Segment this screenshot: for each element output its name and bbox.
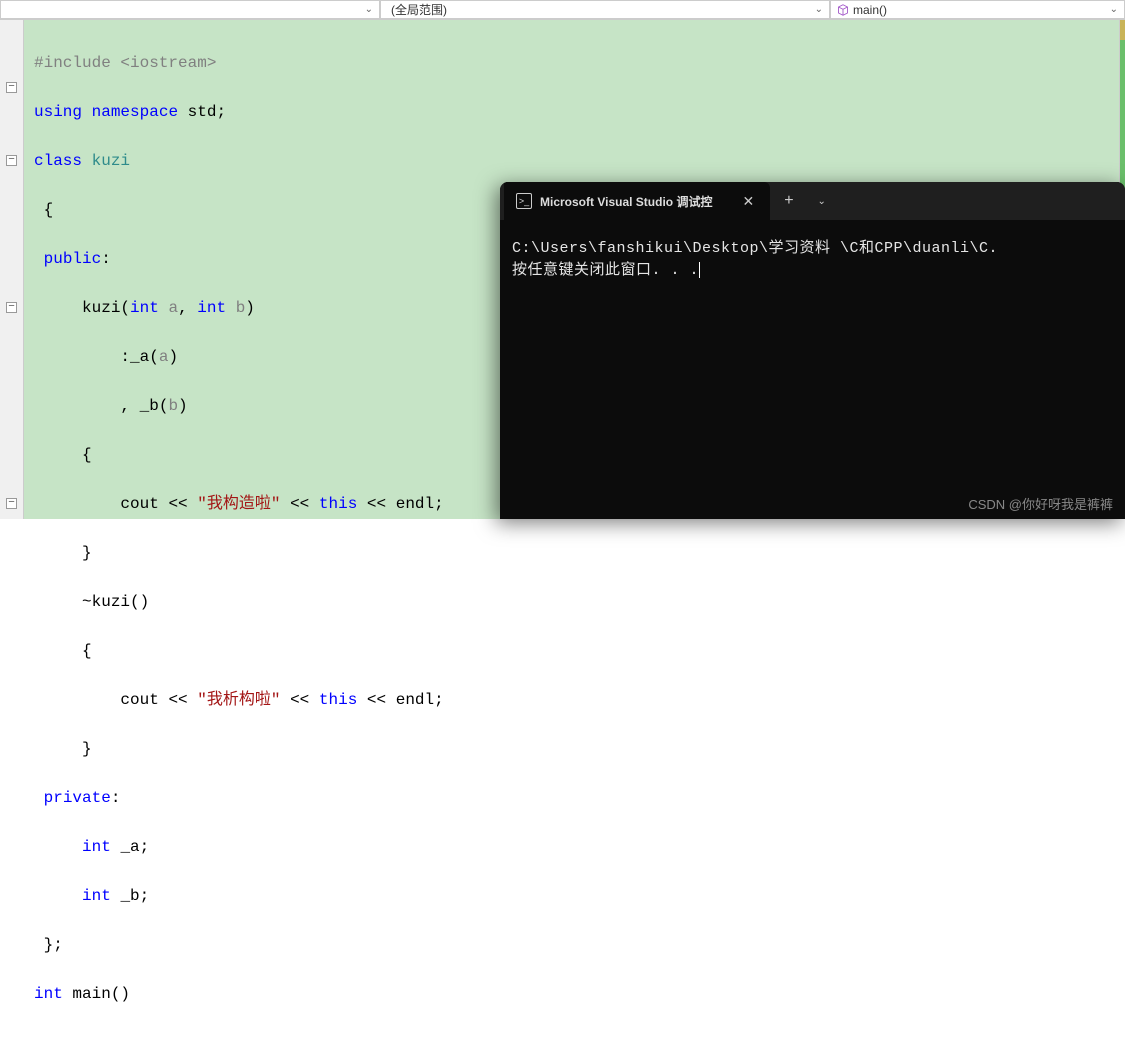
cursor <box>699 262 700 278</box>
method-icon <box>837 4 849 16</box>
scope-dropdown-2[interactable]: (全局范围) ⌄ <box>380 0 830 19</box>
chevron-down-icon: ⌄ <box>365 4 373 15</box>
navigation-bar: ⌄ (全局范围) ⌄ main() ⌄ <box>0 0 1125 20</box>
fold-toggle[interactable]: − <box>0 75 23 100</box>
function-label: main() <box>853 3 887 17</box>
scope-label: (全局范围) <box>391 1 447 18</box>
chevron-down-icon: ⌄ <box>815 4 823 15</box>
terminal-output[interactable]: C:\Users\fanshikui\Desktop\学习资料 \C和CPP\d… <box>500 220 1125 300</box>
close-icon[interactable]: ✕ <box>738 193 758 210</box>
fold-gutter: − − − − <box>0 20 24 519</box>
modified-marker <box>1120 20 1125 40</box>
fold-toggle[interactable]: − <box>0 149 23 174</box>
fold-toggle[interactable]: − <box>0 296 23 321</box>
terminal-icon: >_ <box>516 193 532 209</box>
terminal-tab[interactable]: >_ Microsoft Visual Studio 调试控 ✕ <box>504 182 770 220</box>
function-dropdown[interactable]: main() ⌄ <box>830 0 1125 19</box>
terminal-tab-title: Microsoft Visual Studio 调试控 <box>540 193 712 210</box>
fold-toggle[interactable]: − <box>0 492 23 517</box>
chevron-down-icon: ⌄ <box>1110 4 1118 15</box>
new-tab-button[interactable]: + <box>770 192 807 210</box>
scope-dropdown-1[interactable]: ⌄ <box>0 0 380 19</box>
terminal-titlebar[interactable]: >_ Microsoft Visual Studio 调试控 ✕ + ⌄ <box>500 182 1125 220</box>
terminal-window[interactable]: >_ Microsoft Visual Studio 调试控 ✕ + ⌄ C:\… <box>500 182 1125 519</box>
watermark: CSDN @你好呀我是裤裤 <box>968 494 1113 513</box>
chevron-down-icon[interactable]: ⌄ <box>808 196 836 207</box>
